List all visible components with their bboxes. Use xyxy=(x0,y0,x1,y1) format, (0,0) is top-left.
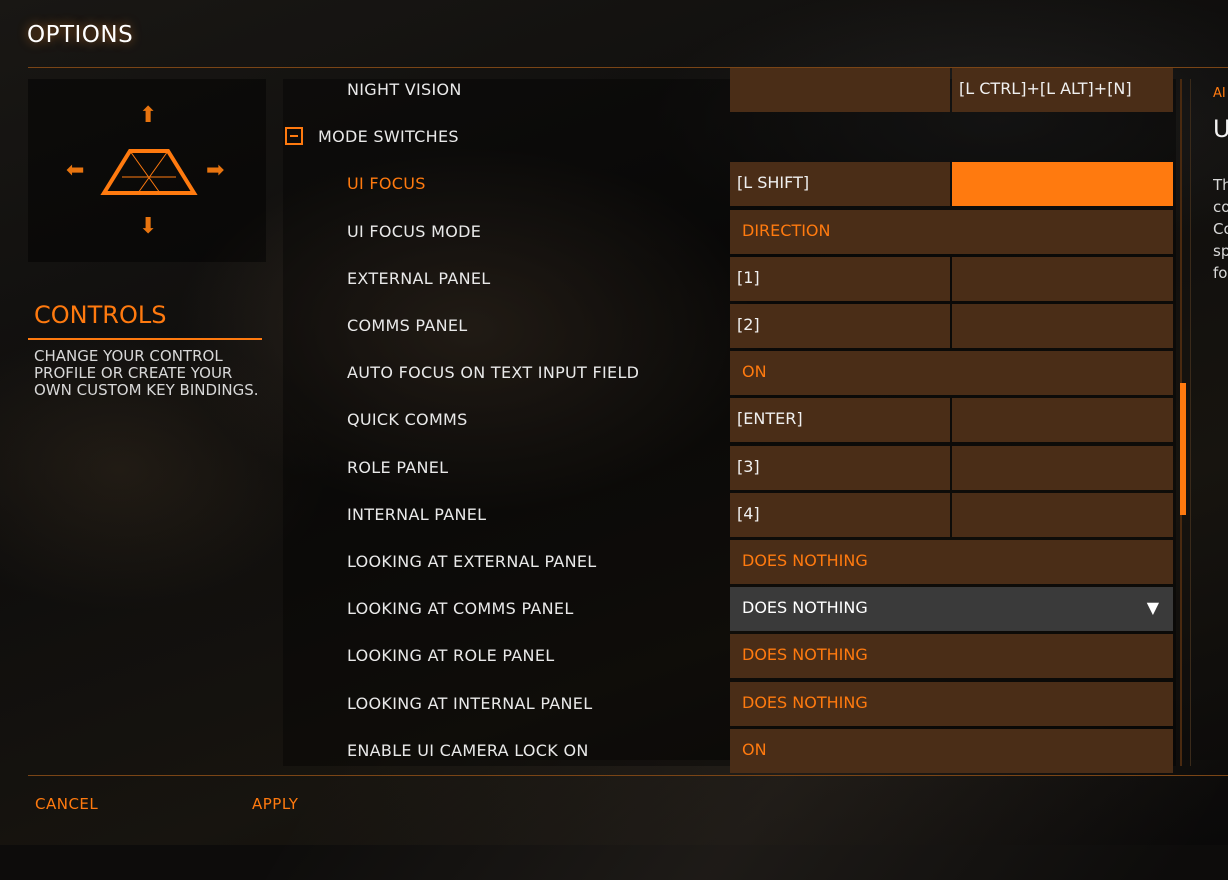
info-body: Th co Co sp fo xyxy=(1213,174,1228,284)
info-line: Co xyxy=(1213,220,1228,238)
info-line: fo xyxy=(1213,264,1228,282)
binding-row[interactable]: LOOKING AT EXTERNAL PANEL DOES NOTHING xyxy=(283,540,1176,584)
option-value-field[interactable]: ON xyxy=(730,351,1173,395)
arrow-left-icon: ⬅ xyxy=(66,158,85,183)
triangle-down-icon: ▼ xyxy=(1146,598,1159,617)
dropdown-value: DOES NOTHING xyxy=(742,598,868,617)
binding-label: AUTO FOCUS ON TEXT INPUT FIELD xyxy=(347,363,640,382)
binding-label: NIGHT VISION xyxy=(347,80,462,99)
secondary-key-field[interactable] xyxy=(952,257,1173,301)
binding-row[interactable]: UI FOCUS [L SHIFT] xyxy=(283,162,1176,206)
binding-label: EXTERNAL PANEL xyxy=(347,269,491,288)
binding-row[interactable]: LOOKING AT INTERNAL PANEL DOES NOTHING xyxy=(283,682,1176,726)
binding-row[interactable]: NIGHT VISION [L CTRL]+[L ALT]+[N] xyxy=(283,68,1176,112)
apply-button[interactable]: APPLY xyxy=(252,795,298,813)
secondary-key-field[interactable] xyxy=(952,446,1173,490)
secondary-key-field[interactable] xyxy=(952,304,1173,348)
background-stripe xyxy=(265,760,1228,880)
option-value-field[interactable]: DOES NOTHING xyxy=(730,682,1173,726)
binding-label: LOOKING AT COMMS PANEL xyxy=(347,599,574,618)
arrow-up-icon: ⬆ xyxy=(139,103,158,128)
section-description: CHANGE YOUR CONTROL PROFILE OR CREATE YO… xyxy=(34,347,259,399)
primary-key-field[interactable]: [ENTER] xyxy=(730,398,950,442)
info-category: AI xyxy=(1213,86,1226,101)
footer-divider xyxy=(28,775,1228,776)
binding-row[interactable]: LOOKING AT COMMS PANEL DOES NOTHING ▼ xyxy=(283,587,1176,631)
info-line: sp xyxy=(1213,242,1228,260)
option-value-field[interactable]: DOES NOTHING xyxy=(730,540,1173,584)
secondary-key-field[interactable] xyxy=(952,398,1173,442)
binding-row[interactable]: LOOKING AT ROLE PANEL DOES NOTHING xyxy=(283,634,1176,678)
binding-row[interactable]: QUICK COMMS [ENTER] xyxy=(283,398,1176,442)
binding-row[interactable]: UI FOCUS MODE DIRECTION xyxy=(283,210,1176,254)
section-title: CONTROLS xyxy=(34,301,167,329)
primary-key-field[interactable]: [4] xyxy=(730,493,950,537)
primary-key-field[interactable]: [1] xyxy=(730,257,950,301)
option-value-field[interactable]: ON xyxy=(730,729,1173,773)
controls-icon-panel: ⬆ ⬇ ⬅ ➡ xyxy=(28,79,266,262)
binding-row[interactable]: EXTERNAL PANEL [1] xyxy=(283,257,1176,301)
arrow-down-icon: ⬇ xyxy=(139,214,158,239)
primary-key-field[interactable]: [L SHIFT] xyxy=(730,162,950,206)
minus-square-icon[interactable] xyxy=(285,127,303,145)
binding-label: UI FOCUS xyxy=(347,174,426,193)
binding-row[interactable]: ROLE PANEL [3] xyxy=(283,446,1176,490)
secondary-key-field[interactable] xyxy=(952,162,1173,206)
option-value-field[interactable]: DIRECTION xyxy=(730,210,1173,254)
primary-key-field[interactable]: [3] xyxy=(730,446,950,490)
binding-label: UI FOCUS MODE xyxy=(347,222,482,241)
section-header-row[interactable]: MODE SWITCHES xyxy=(283,115,1176,159)
cancel-button[interactable]: CANCEL xyxy=(35,795,98,813)
binding-row[interactable]: COMMS PANEL [2] xyxy=(283,304,1176,348)
page-title: OPTIONS xyxy=(27,22,134,48)
info-line: co xyxy=(1213,198,1228,216)
binding-label: INTERNAL PANEL xyxy=(347,505,487,524)
binding-label: LOOKING AT INTERNAL PANEL xyxy=(347,694,593,713)
binding-row[interactable]: INTERNAL PANEL [4] xyxy=(283,493,1176,537)
primary-key-field[interactable] xyxy=(730,68,950,112)
scrollbar-thumb[interactable] xyxy=(1180,383,1186,515)
ship-outline-icon xyxy=(100,149,198,195)
option-value-field[interactable]: DOES NOTHING xyxy=(730,634,1173,678)
binding-label: COMMS PANEL xyxy=(347,316,468,335)
info-line: Th xyxy=(1213,176,1228,194)
secondary-key-field[interactable]: [L CTRL]+[L ALT]+[N] xyxy=(952,68,1173,112)
primary-key-field[interactable]: [2] xyxy=(730,304,950,348)
section-title-underline xyxy=(28,338,262,340)
info-heading: U xyxy=(1213,115,1228,143)
arrow-right-icon: ➡ xyxy=(206,158,225,183)
binding-label: LOOKING AT EXTERNAL PANEL xyxy=(347,552,597,571)
binding-label: LOOKING AT ROLE PANEL xyxy=(347,646,555,665)
binding-label: QUICK COMMS xyxy=(347,410,468,429)
secondary-key-field[interactable] xyxy=(952,493,1173,537)
option-dropdown[interactable]: DOES NOTHING ▼ xyxy=(730,587,1173,631)
binding-label: ROLE PANEL xyxy=(347,458,449,477)
scrollbar-rail xyxy=(1190,79,1191,766)
binding-row[interactable]: ENABLE UI CAMERA LOCK ON ON xyxy=(283,729,1176,773)
binding-label: MODE SWITCHES xyxy=(318,127,459,146)
binding-label: ENABLE UI CAMERA LOCK ON xyxy=(347,741,589,760)
binding-row[interactable]: AUTO FOCUS ON TEXT INPUT FIELD ON xyxy=(283,351,1176,395)
